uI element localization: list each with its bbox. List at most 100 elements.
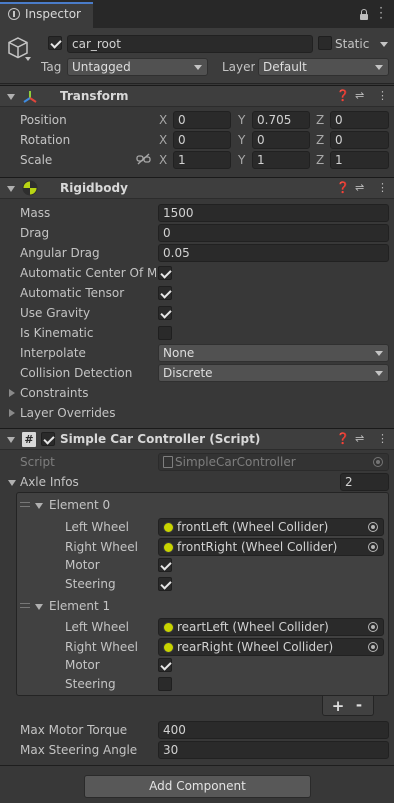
- position-x-field[interactable]: 0: [173, 111, 231, 129]
- object-picker-icon[interactable]: [368, 522, 378, 532]
- scale-x-field[interactable]: 1: [173, 151, 231, 169]
- element-0-left-wheel-field[interactable]: frontLeft (Wheel Collider): [158, 518, 384, 536]
- scale-x-value: 1: [178, 153, 186, 167]
- interpolate-dropdown[interactable]: None: [158, 344, 389, 362]
- angular-drag-value: 0.05: [163, 246, 190, 260]
- layer-overrides-label: Layer Overrides: [20, 406, 116, 420]
- kebab-menu-icon[interactable]: ⋮: [377, 429, 388, 449]
- drag-label: Drag: [20, 226, 50, 240]
- foldout-arrow-icon[interactable]: [7, 94, 15, 100]
- auto-center-label: Automatic Center Of Ma: [20, 266, 156, 280]
- auto-center-checkbox[interactable]: [158, 266, 172, 280]
- is-kinematic-checkbox[interactable]: [158, 326, 172, 340]
- max-steering-angle-field[interactable]: 30: [158, 741, 389, 759]
- wheel-collider-icon: [163, 622, 174, 633]
- static-label: Static: [335, 37, 370, 51]
- script-header[interactable]: # Simple Car Controller (Script) ❓ ⇌ ⋮: [0, 428, 394, 450]
- wheel-collider-icon: [163, 542, 174, 553]
- add-element-button[interactable]: +: [331, 696, 345, 716]
- object-name-field[interactable]: car_root: [67, 35, 313, 53]
- element-0-motor-checkbox[interactable]: [158, 558, 172, 572]
- icon-dropdown-arrow[interactable]: [25, 57, 31, 61]
- position-z-field[interactable]: 0: [330, 111, 389, 129]
- help-icon[interactable]: ❓: [336, 429, 350, 449]
- static-dropdown-arrow[interactable]: [380, 42, 388, 47]
- tab-inspector[interactable]: Inspector: [0, 2, 93, 28]
- help-icon[interactable]: ❓: [336, 178, 350, 198]
- position-y-value: 0.705: [257, 113, 292, 127]
- element-1-right-wheel-field[interactable]: rearRight (Wheel Collider): [158, 638, 384, 656]
- drag-field[interactable]: 0: [158, 224, 389, 242]
- mass-field[interactable]: 1500: [158, 204, 389, 222]
- footer-divider: [0, 765, 394, 766]
- max-motor-torque-field[interactable]: 400: [158, 721, 389, 739]
- collision-detection-dropdown[interactable]: Discrete: [158, 364, 389, 382]
- element-0-title[interactable]: Element 0: [49, 495, 110, 515]
- drag-handle-icon[interactable]: [20, 603, 30, 608]
- presets-icon[interactable]: ⇌: [355, 429, 364, 449]
- tag-dropdown[interactable]: Untagged: [67, 58, 208, 76]
- rigidbody-title: Rigidbody: [60, 181, 128, 195]
- axle-infos-size-field[interactable]: 2: [340, 473, 389, 491]
- static-checkbox[interactable]: [318, 36, 332, 50]
- rotation-z-value: 0: [335, 133, 343, 147]
- scale-x-axis: X: [159, 153, 168, 167]
- angular-drag-field[interactable]: 0.05: [158, 244, 389, 262]
- layer-dropdown[interactable]: Default: [258, 58, 389, 76]
- kebab-menu-icon[interactable]: ⋮: [377, 178, 388, 198]
- element-1-steering-label: Steering: [65, 677, 116, 691]
- rotation-z-field[interactable]: 0: [330, 131, 389, 149]
- remove-element-button[interactable]: -: [352, 696, 366, 714]
- kebab-menu-icon[interactable]: · · ·: [378, 2, 384, 24]
- object-picker-icon: [373, 457, 383, 467]
- use-gravity-checkbox[interactable]: [158, 306, 172, 320]
- element-1-steering-checkbox[interactable]: [158, 677, 172, 691]
- rotation-y-field[interactable]: 0: [252, 131, 310, 149]
- object-picker-icon[interactable]: [368, 622, 378, 632]
- element-1-title[interactable]: Element 1: [49, 596, 110, 616]
- element-1-motor-label: Motor: [65, 658, 100, 672]
- add-component-button[interactable]: Add Component: [84, 775, 311, 798]
- kebab-menu-icon[interactable]: ⋮: [377, 86, 388, 106]
- auto-tensor-checkbox[interactable]: [158, 286, 172, 300]
- help-icon[interactable]: ❓: [336, 86, 350, 106]
- foldout-arrow-icon[interactable]: [35, 503, 43, 509]
- element-0-steering-checkbox[interactable]: [158, 577, 172, 591]
- foldout-arrow-icon[interactable]: [35, 604, 43, 610]
- presets-icon[interactable]: ⇌: [355, 86, 364, 106]
- constrain-proportions-icon[interactable]: [136, 153, 151, 165]
- auto-tensor-label: Automatic Tensor: [20, 286, 125, 300]
- element-1-motor-checkbox[interactable]: [158, 658, 172, 672]
- axle-infos-foldout[interactable]: Axle Infos: [0, 472, 330, 492]
- foldout-arrow-icon[interactable]: [9, 389, 15, 397]
- object-picker-icon[interactable]: [368, 642, 378, 652]
- foldout-arrow-icon[interactable]: [7, 437, 15, 443]
- chevron-down-icon: [375, 351, 383, 356]
- chevron-down-icon: [194, 65, 202, 70]
- foldout-arrow-icon[interactable]: [9, 409, 15, 417]
- position-y-field[interactable]: 0.705: [252, 111, 310, 129]
- foldout-arrow-icon[interactable]: [7, 186, 15, 192]
- layer-overrides-foldout[interactable]: Layer Overrides: [0, 403, 300, 423]
- object-active-checkbox[interactable]: [48, 36, 62, 50]
- object-picker-icon[interactable]: [368, 542, 378, 552]
- scale-y-field[interactable]: 1: [252, 151, 310, 169]
- transform-header[interactable]: Transform ❓ ⇌ ⋮: [0, 85, 394, 107]
- mass-label: Mass: [20, 206, 51, 220]
- rotation-x-field[interactable]: 0: [173, 131, 231, 149]
- drag-value: 0: [163, 226, 171, 240]
- presets-icon[interactable]: ⇌: [355, 178, 364, 198]
- element-0-right-wheel-label: Right Wheel: [65, 540, 138, 554]
- constraints-foldout[interactable]: Constraints: [0, 383, 300, 403]
- interpolate-label: Interpolate: [20, 346, 86, 360]
- transform-axes-icon: [23, 91, 37, 103]
- script-enabled-checkbox[interactable]: [41, 432, 55, 446]
- drag-handle-icon[interactable]: [20, 502, 30, 507]
- element-0-right-wheel-field[interactable]: frontRight (Wheel Collider): [158, 538, 384, 556]
- rigidbody-header[interactable]: Rigidbody ❓ ⇌ ⋮: [0, 177, 394, 199]
- element-1-right-wheel-label: Right Wheel: [65, 640, 138, 654]
- element-1-left-wheel-field[interactable]: reartLeft (Wheel Collider): [158, 618, 384, 636]
- foldout-arrow-icon[interactable]: [8, 480, 16, 486]
- script-reference-field: SimpleCarController: [158, 453, 389, 471]
- scale-z-field[interactable]: 1: [330, 151, 389, 169]
